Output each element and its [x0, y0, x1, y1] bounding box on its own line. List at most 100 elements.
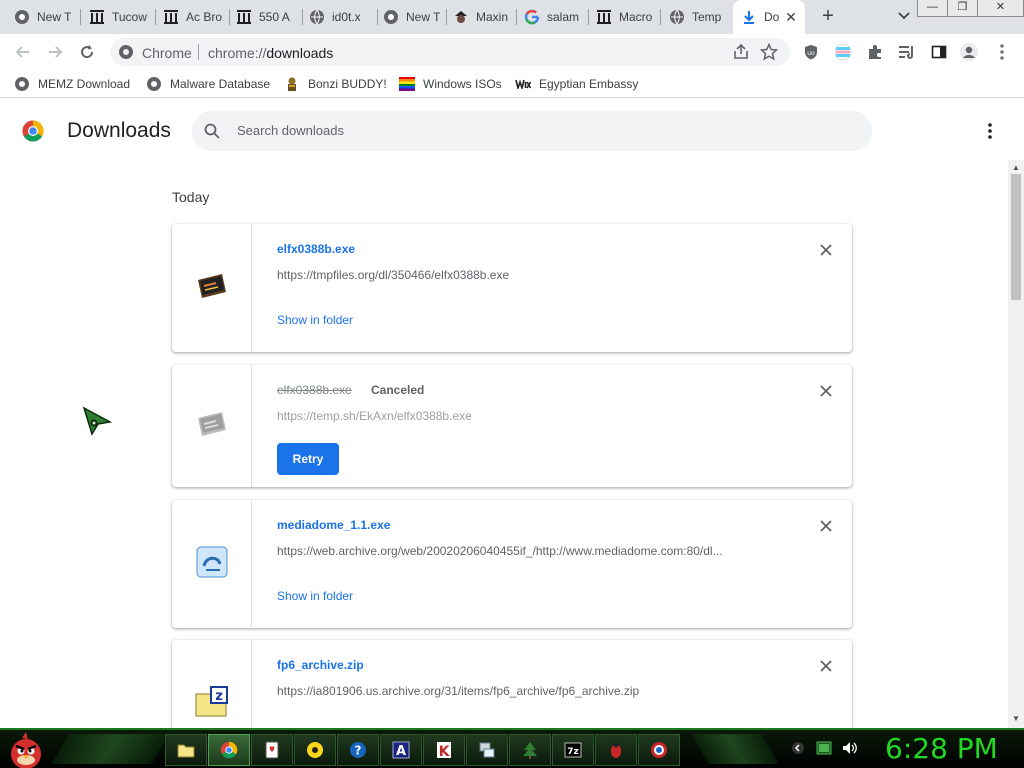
bookmark-memz-download[interactable]: MEMZ Download — [14, 76, 130, 92]
remove-download-icon[interactable] — [818, 242, 834, 258]
tab-label: Ac Bro — [186, 10, 223, 24]
maximize-button[interactable]: ❐ — [947, 0, 978, 17]
address-bar[interactable]: Chrome chrome://downloads — [110, 38, 790, 66]
bookmark-label: MEMZ Download — [38, 77, 131, 91]
url-path: downloads — [266, 45, 334, 61]
bookmark-bonzi-buddy[interactable]: Bonzi BUDDY! — [284, 76, 387, 92]
forward-button[interactable] — [44, 41, 66, 63]
bookmark-windows-isos[interactable]: Windows ISOs — [399, 76, 502, 92]
tab-550-a[interactable]: 550 A — [236, 0, 296, 34]
minimize-button[interactable]: — — [917, 0, 948, 17]
bookmark-label: Windows ISOs — [423, 77, 502, 91]
close-window-button[interactable]: ✕ — [977, 0, 1024, 17]
start-button-angry-bird-icon[interactable] — [6, 730, 46, 768]
download-filename-link[interactable]: mediadome_1.1.exe — [277, 518, 390, 532]
badge-icon[interactable] — [638, 734, 680, 766]
download-url-link[interactable]: https://web.archive.org/web/200202060404… — [277, 544, 777, 558]
chrome-taskbar-icon[interactable] — [208, 734, 250, 766]
reload-button[interactable] — [76, 41, 98, 63]
show-in-folder-link[interactable]: Show in folder — [277, 589, 353, 603]
tab-new-tab-1[interactable]: New T — [14, 0, 76, 34]
more-actions-icon[interactable] — [980, 121, 1000, 141]
tree-icon[interactable] — [509, 734, 551, 766]
scrollbar-thumb[interactable] — [1011, 174, 1021, 300]
search-downloads-input[interactable]: Search downloads — [192, 111, 872, 151]
chrome-site-icon — [118, 44, 134, 65]
battery-icon[interactable] — [816, 740, 832, 756]
help-icon[interactable]: ? — [337, 734, 379, 766]
taskbar: ? A K 7z 6:28 PM — [0, 728, 1024, 768]
bookmark-star-icon[interactable] — [759, 42, 779, 66]
k-app-icon[interactable]: K — [423, 734, 465, 766]
browser-menu-icon[interactable] — [991, 41, 1013, 63]
tab-label: id0t.x — [332, 10, 361, 24]
download-item: elfx0388b.exe https://tmpfiles.org/dl/35… — [172, 224, 852, 352]
tab-tucows[interactable]: Tucow — [89, 0, 149, 34]
chevron-down-icon[interactable] — [894, 8, 914, 26]
taskbar-apps: ? A K 7z — [165, 734, 681, 766]
tab-ac-bro[interactable]: Ac Bro — [163, 0, 223, 34]
system-tray — [790, 740, 868, 756]
tab-salam[interactable]: salam — [524, 0, 586, 34]
taskbar-clock[interactable]: 6:28 PM — [885, 732, 998, 765]
tab-maxin[interactable]: Maxin — [453, 0, 515, 34]
download-url-link[interactable]: https://ia801906.us.archive.org/31/items… — [277, 684, 777, 698]
tab-temp[interactable]: Temp — [669, 0, 729, 34]
download-url-link[interactable]: https://tmpfiles.org/dl/350466/elfx0388b… — [277, 268, 777, 282]
window-controls: — ❐ ✕ — [917, 0, 1024, 19]
remove-download-icon[interactable] — [818, 518, 834, 534]
svg-text:?: ? — [355, 744, 362, 758]
tray-arrow-icon[interactable] — [790, 740, 806, 756]
exe-file-icon-dimmed — [196, 410, 228, 443]
show-in-folder-link[interactable]: Show in folder — [277, 313, 353, 327]
folder-icon[interactable] — [165, 734, 207, 766]
share-icon[interactable] — [732, 43, 750, 66]
page-title: Downloads — [67, 119, 171, 142]
tab-macro[interactable]: Macro — [596, 0, 656, 34]
tab-downloads[interactable]: Do ✕ — [733, 0, 805, 34]
disc-icon[interactable] — [294, 734, 336, 766]
tab-separator — [80, 9, 81, 25]
bookmark-label: Malware Database — [170, 77, 271, 91]
bookmarks-bar: MEMZ Download Malware Database Bonzi BUD… — [0, 70, 1024, 98]
omnibox-separator — [198, 44, 199, 60]
tab-new-tab-2[interactable]: New T — [383, 0, 445, 34]
flag-extension-icon[interactable] — [832, 41, 854, 63]
download-filename-canceled[interactable]: elfx0388b.exe — [277, 383, 352, 397]
side-panel-icon[interactable] — [928, 41, 950, 63]
tab-label: New T — [406, 10, 441, 24]
archive-building-icon — [89, 9, 105, 25]
download-filename-link[interactable]: fp6_archive.zip — [277, 658, 364, 672]
tab-separator — [446, 9, 447, 25]
scroll-up-arrow-icon[interactable]: ▲ — [1012, 163, 1020, 172]
page-scrollbar[interactable]: ▲ ▼ — [1008, 160, 1024, 728]
puzzle-extensions-icon[interactable] — [864, 41, 886, 63]
download-filename-link[interactable]: elfx0388b.exe — [277, 242, 355, 256]
download-url-link[interactable]: https://temp.sh/EkAxn/elfx0388b.exe — [277, 409, 777, 423]
omnibox-scheme-label: Chrome — [142, 45, 192, 61]
ublock-icon[interactable]: uo — [800, 41, 822, 63]
remove-download-icon[interactable] — [818, 383, 834, 399]
svg-text:uo: uo — [807, 50, 815, 57]
scroll-down-arrow-icon[interactable]: ▼ — [1012, 714, 1020, 723]
zip-file-icon: z — [195, 685, 229, 723]
remove-download-icon[interactable] — [818, 658, 834, 674]
bookmark-egyptian-embassy[interactable]: Egyptian Embassy — [515, 76, 638, 92]
7z-icon[interactable]: 7z — [552, 734, 594, 766]
media-control-icon[interactable] — [896, 41, 918, 63]
volume-icon[interactable] — [842, 740, 858, 756]
cards-icon[interactable] — [251, 734, 293, 766]
profile-avatar-icon[interactable] — [958, 41, 980, 63]
new-tab-button[interactable]: + — [816, 5, 840, 29]
close-tab-icon[interactable]: ✕ — [783, 9, 799, 25]
a-app-icon[interactable]: A — [380, 734, 422, 766]
network-icon[interactable] — [466, 734, 508, 766]
bug-icon[interactable] — [595, 734, 637, 766]
back-button[interactable] — [12, 41, 34, 63]
tab-id0t[interactable]: id0t.x — [309, 0, 371, 34]
tab-separator — [377, 9, 378, 25]
tab-separator — [155, 9, 156, 25]
retry-button[interactable]: Retry — [277, 443, 339, 475]
forward-arrow-icon — [49, 46, 63, 58]
bookmark-malware-database[interactable]: Malware Database — [146, 76, 270, 92]
